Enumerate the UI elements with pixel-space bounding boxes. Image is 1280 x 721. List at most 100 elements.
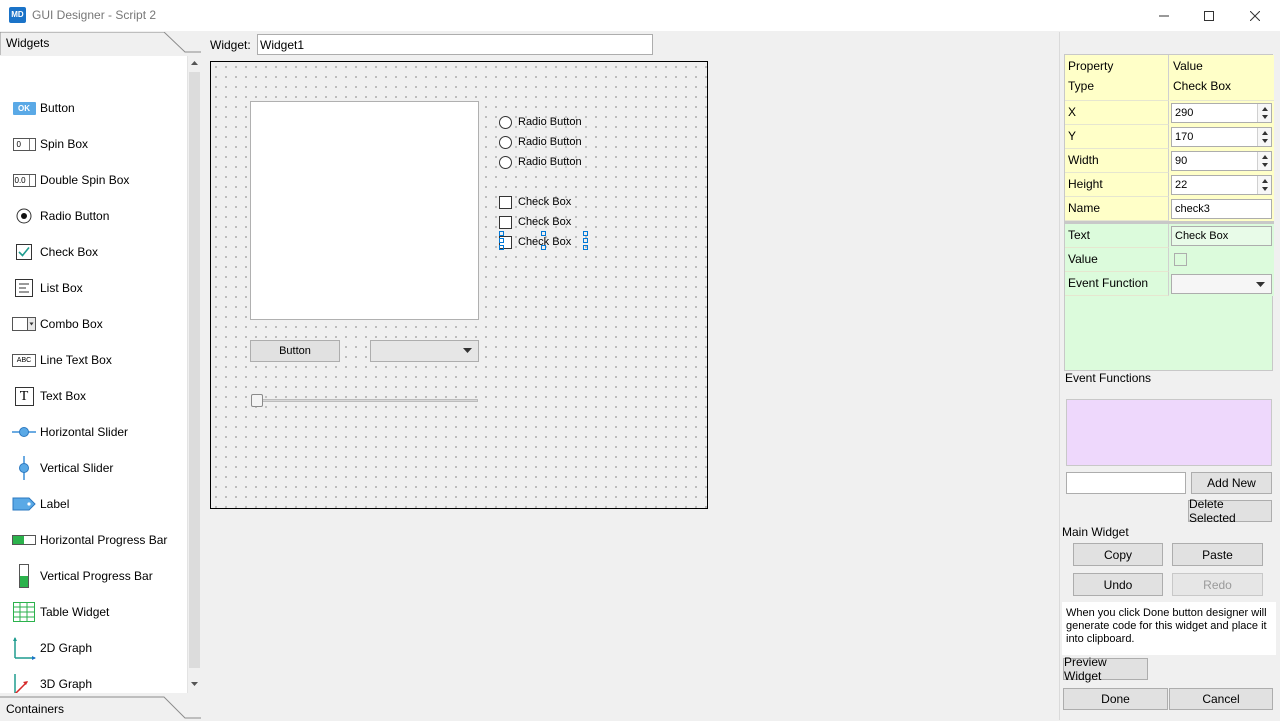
widget-item-label: 3D Graph (40, 677, 93, 691)
canvas-slider-track[interactable] (253, 399, 478, 402)
widget-item-list-box[interactable]: List Box (12, 275, 83, 301)
widget-item-vertical-progress-bar[interactable]: Vertical Progress Bar (12, 563, 153, 589)
widget-item-double-spin-box[interactable]: 0.0 Double Spin Box (12, 167, 129, 193)
selection-handle[interactable] (499, 245, 504, 250)
widget-item-combo-box[interactable]: Combo Box (12, 311, 103, 337)
done-hint-text: When you click Done button designer will… (1062, 602, 1276, 655)
widget-palette-panel: Widgets OK Button 0 Spin Box 0.0 Double … (0, 32, 201, 720)
y-spin-box[interactable]: 170 (1171, 127, 1272, 147)
widget-item-3d-graph[interactable]: 3D Graph (12, 671, 92, 693)
redo-button[interactable]: Redo (1172, 573, 1263, 596)
line-text-box-icon: ABC (12, 349, 36, 371)
widget-item-label: Horizontal Slider (40, 425, 129, 439)
widget-item-radio-button[interactable]: Radio Button (12, 203, 109, 229)
widget-item-horizontal-slider[interactable]: Horizontal Slider (12, 419, 128, 445)
tab-containers[interactable]: Containers (0, 699, 70, 721)
selection-handle[interactable] (583, 245, 588, 250)
checkbox-icon (499, 195, 512, 209)
radio-button-icon (12, 205, 36, 227)
height-spin-box[interactable]: 22 (1171, 175, 1272, 195)
text-field[interactable]: Check Box (1171, 226, 1272, 246)
add-new-button[interactable]: Add New (1191, 472, 1272, 494)
canvas-radio-button[interactable]: Radio Button (499, 134, 582, 150)
maximize-button[interactable] (1186, 0, 1232, 31)
widget-item-label: Spin Box (40, 137, 89, 151)
canvas-radio-button[interactable]: Radio Button (499, 114, 582, 130)
canvas-slider-handle[interactable] (251, 394, 263, 407)
widget-item-label-widget[interactable]: Label (12, 491, 69, 517)
canvas-check-box-selected[interactable]: Check Box (499, 234, 571, 250)
done-button[interactable]: Done (1063, 688, 1168, 710)
property-row-y: Y 170 (1065, 125, 1274, 149)
widget-item-text-box[interactable]: T Text Box (12, 383, 86, 409)
value-checkbox[interactable] (1174, 253, 1187, 266)
event-function-select[interactable] (1171, 274, 1272, 294)
widget-item-label: Table Widget (40, 605, 110, 619)
selection-handle[interactable] (541, 245, 546, 250)
widget-name-label: Widget: (210, 38, 251, 52)
paste-button[interactable]: Paste (1172, 543, 1263, 566)
title-bar (0, 0, 1280, 31)
widget-item-line-text-box[interactable]: ABC Line Text Box (12, 347, 112, 373)
selection-handle[interactable] (499, 231, 504, 236)
widget-item-label: Button (40, 101, 75, 115)
double-spin-box-icon: 0.0 (12, 169, 36, 191)
widget-item-table-widget[interactable]: Table Widget (12, 599, 109, 625)
width-spin-box[interactable]: 90 (1171, 151, 1272, 171)
selection-handle[interactable] (499, 238, 504, 243)
radio-icon (499, 155, 512, 169)
delete-selected-button[interactable]: Delete Selected (1188, 497, 1272, 525)
selection-handle[interactable] (583, 238, 588, 243)
canvas-radio-button[interactable]: Radio Button (499, 154, 582, 170)
widget-item-spin-box[interactable]: 0 Spin Box (12, 131, 88, 157)
cancel-button[interactable]: Cancel (1169, 688, 1273, 710)
radio-label: Radio Button (518, 156, 582, 168)
text-box-icon: T (12, 385, 36, 407)
check-box-icon (12, 241, 36, 263)
selection-handle[interactable] (541, 231, 546, 236)
preview-widget-button[interactable]: Preview Widget (1063, 655, 1148, 683)
property-row-event-function: Event Function (1065, 272, 1274, 296)
copy-button[interactable]: Copy (1073, 543, 1163, 566)
undo-button[interactable]: Undo (1073, 573, 1163, 596)
check-label: Check Box (518, 216, 572, 228)
list-box-icon (12, 277, 36, 299)
canvas-combo-box[interactable] (370, 340, 479, 362)
selection-handle[interactable] (583, 231, 588, 236)
event-functions-list[interactable] (1066, 399, 1272, 466)
close-button[interactable] (1232, 0, 1278, 31)
widget-item-button[interactable]: OK Button (12, 95, 75, 121)
x-spin-box[interactable]: 290 (1171, 103, 1272, 123)
canvas-list-box[interactable] (250, 101, 479, 320)
name-field[interactable]: check3 (1171, 199, 1272, 219)
widget-item-label: Label (40, 497, 70, 511)
canvas-check-box[interactable]: Check Box (499, 214, 571, 230)
widget-item-2d-graph[interactable]: 2D Graph (12, 635, 92, 661)
scroll-down-icon[interactable] (190, 679, 199, 688)
minimize-button[interactable] (1141, 0, 1187, 31)
tab-widgets[interactable]: Widgets (0, 33, 55, 55)
widget-list: OK Button 0 Spin Box 0.0 Double Spin Box… (0, 56, 187, 693)
widget-item-horizontal-progress-bar[interactable]: Horizontal Progress Bar (12, 527, 167, 553)
scroll-up-icon[interactable] (190, 59, 199, 68)
canvas-button[interactable]: Button (250, 340, 340, 362)
scrollbar-thumb[interactable] (189, 72, 200, 668)
vertical-slider-icon (12, 456, 36, 480)
2d-graph-icon (12, 637, 36, 660)
minimize-icon (1159, 15, 1169, 16)
spin-box-icon: 0 (12, 133, 36, 155)
widget-item-label: Radio Button (40, 209, 110, 223)
radio-icon (499, 135, 512, 149)
checkbox-icon (499, 215, 512, 229)
close-icon (1250, 10, 1260, 21)
widget-item-label: Check Box (40, 245, 99, 259)
widget-name-input[interactable]: Widget1 (257, 34, 653, 55)
event-function-input[interactable] (1066, 472, 1186, 494)
widget-item-vertical-slider[interactable]: Vertical Slider (12, 455, 113, 481)
widget-list-scrollbar[interactable] (187, 56, 201, 693)
widget-item-check-box[interactable]: Check Box (12, 239, 98, 265)
maximize-icon (1204, 10, 1214, 21)
canvas-check-box[interactable]: Check Box (499, 194, 571, 210)
table-widget-icon (12, 601, 36, 623)
property-row-width: Width 90 (1065, 149, 1274, 173)
